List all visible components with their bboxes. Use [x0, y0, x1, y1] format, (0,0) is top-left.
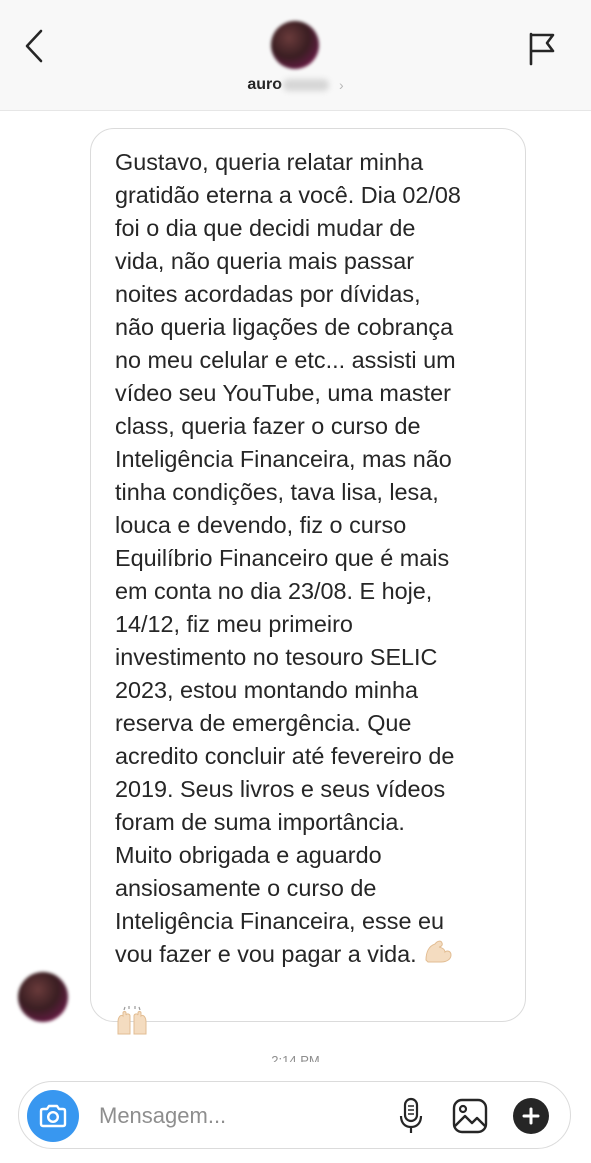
flag-icon	[529, 32, 555, 66]
message-bubble[interactable]: Gustavo, queria relatar minha gratidão e…	[90, 128, 526, 1035]
camera-button[interactable]	[27, 1090, 79, 1142]
username-text: auro	[247, 76, 282, 93]
plus-icon	[522, 1107, 540, 1125]
message-text: Gustavo, queria relatar minha gratidão e…	[115, 146, 501, 1039]
message-body: Gustavo, queria relatar minha gratidão e…	[115, 149, 461, 967]
gallery-icon	[452, 1098, 488, 1134]
header-username[interactable]: auro ›	[0, 76, 591, 94]
more-options-button[interactable]	[513, 1098, 549, 1134]
message-input[interactable]	[99, 1096, 379, 1136]
header-avatar[interactable]	[271, 21, 319, 69]
message-composer	[18, 1081, 571, 1149]
camera-icon	[39, 1104, 67, 1128]
chevron-left-icon	[25, 29, 43, 63]
conversation-header: auro ›	[0, 0, 591, 111]
sender-avatar[interactable]	[18, 972, 68, 1022]
voice-message-button[interactable]	[393, 1096, 429, 1136]
chevron-right-icon: ›	[339, 77, 344, 93]
flexed-biceps-icon	[423, 938, 453, 973]
microphone-icon	[399, 1097, 423, 1133]
back-button[interactable]	[14, 24, 54, 68]
raising-hands-icon	[115, 1006, 149, 1045]
message-timestamp: 2:14 PM	[271, 1053, 320, 1062]
report-button[interactable]	[520, 26, 564, 70]
gallery-button[interactable]	[450, 1096, 490, 1136]
username-blurred-part	[283, 79, 329, 91]
